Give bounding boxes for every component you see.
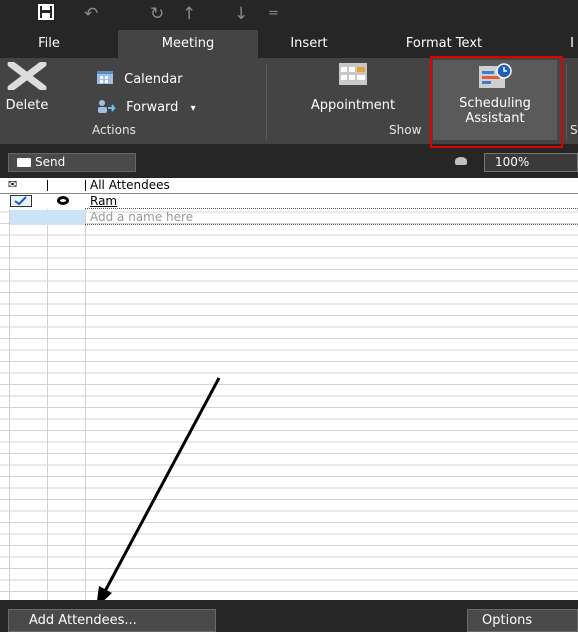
up-arrow-icon[interactable]: ↑ [182,4,196,24]
add-attendees-button[interactable]: Add Attendees... [8,609,216,632]
add-name-input[interactable]: Add a name here [90,210,193,225]
quick-access-toolbar: ↶ ↻ ↑ ↓ = [0,0,578,30]
attendee-row[interactable]: Ram [0,194,578,209]
save-icon[interactable] [38,4,54,25]
bottom-bar: Add Attendees... Options [0,600,578,632]
calendar-button[interactable]: Calendar [96,70,183,88]
undo-icon[interactable]: ↶ [84,4,98,24]
zoom-value: 100% [495,155,530,169]
options-button[interactable]: Options [467,609,578,632]
group-label-actions: Actions [92,123,136,137]
grid-column-divider [47,178,48,600]
ribbon-separator [266,64,267,140]
chevron-down-icon: ▾ [190,103,196,114]
send-envelope-icon [17,158,31,167]
redo-icon[interactable]: ↻ [150,4,164,24]
tab-format-text[interactable]: Format Text [388,30,500,58]
envelope-column-icon: ✉ [8,178,18,191]
forward-label: Forward [126,100,179,115]
tab-meeting[interactable]: Meeting [118,30,258,58]
checkbox[interactable] [10,195,32,207]
row-dotted-border [85,208,578,209]
add-name-row[interactable]: Add a name here [0,210,578,225]
grid-column-divider [85,178,86,600]
ribbon-tabs: File Meeting Insert Format Text I [0,30,578,58]
calendar-label: Calendar [124,72,183,87]
attendee-grid [0,178,578,600]
forward-button[interactable]: Forward ▾ [96,98,196,116]
add-row-selected-cell [10,210,85,225]
send-label: Send [35,155,66,169]
tab-insert[interactable]: Insert [272,30,346,58]
appointment-button[interactable]: Appointment [280,62,426,113]
customize-qat-icon[interactable]: = [268,4,279,24]
highlight-annotation-box [430,56,563,148]
options-label: Options [482,613,533,628]
appointment-label: Appointment [310,98,396,113]
delete-label: Delete [5,98,49,113]
group-label-show: Show [389,123,422,137]
down-arrow-icon[interactable]: ↓ [234,4,248,24]
add-attendees-label: Add Attendees... [29,613,137,628]
zoom-icon[interactable] [455,157,467,165]
row-dotted-border [85,224,578,225]
grid-column-divider [9,178,10,600]
outlook-meeting-window-top: ↶ ↻ ↑ ↓ = File Meeting Insert Format Tex… [0,0,578,178]
ribbon-separator [566,64,567,140]
header-divider [85,180,86,191]
zoom-input[interactable]: 100% [484,153,578,172]
all-attendees-header: All Attendees [90,178,170,192]
required-attendee-icon[interactable] [57,196,69,205]
delete-x-icon [7,62,47,90]
header-divider [47,180,48,191]
group-label-partial: S [570,123,578,137]
attendee-grid-header: ✉ All Attendees [0,178,578,194]
tab-partial[interactable]: I [566,30,578,58]
delete-button[interactable]: Delete [2,62,52,118]
checkmark-icon [14,196,27,206]
calendar-icon [97,71,113,84]
tab-file[interactable]: File [24,30,74,58]
forward-icon [98,100,116,113]
send-button[interactable]: Send [8,153,136,172]
appointment-icon [339,63,367,85]
attendee-name[interactable]: Ram [90,194,117,209]
